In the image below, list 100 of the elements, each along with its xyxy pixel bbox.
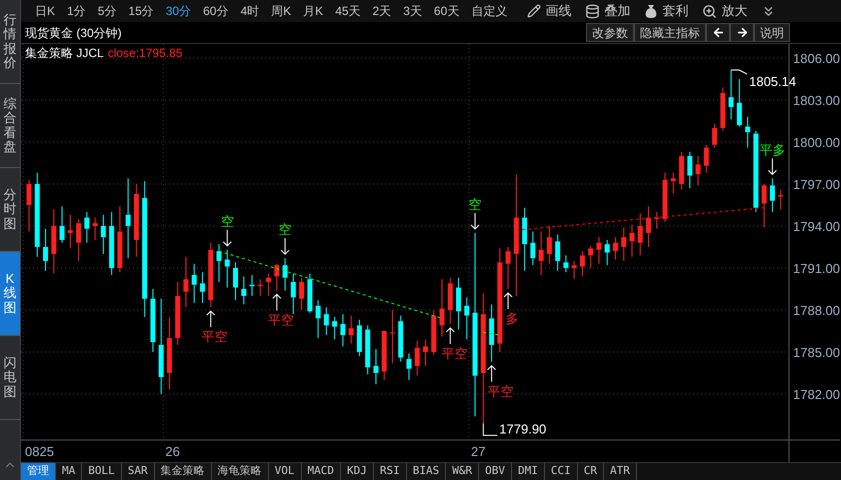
candlestick bbox=[778, 189, 784, 210]
candlestick bbox=[546, 225, 552, 264]
candlestick bbox=[704, 144, 709, 174]
indicator-tab[interactable]: MACD bbox=[302, 463, 341, 480]
leader-line bbox=[482, 422, 498, 436]
header-button[interactable]: 说明 bbox=[754, 23, 790, 42]
candlestick bbox=[26, 179, 32, 232]
indicator-tab[interactable]: BOLL bbox=[82, 463, 122, 480]
candlestick bbox=[365, 324, 370, 375]
indicator-tab[interactable]: BIAS bbox=[406, 463, 446, 480]
up-arrow-icon bbox=[487, 365, 496, 382]
forward-button[interactable] bbox=[730, 23, 754, 42]
period-tab[interactable]: 60天 bbox=[428, 0, 466, 22]
candlestick bbox=[538, 231, 544, 276]
chart-title: 现货黄金 (30分钟) bbox=[24, 24, 122, 42]
candlestick bbox=[638, 212, 643, 256]
period-tab[interactable]: 30分 bbox=[160, 0, 198, 22]
candlestick bbox=[563, 254, 568, 273]
indicator-tab[interactable]: ATR bbox=[604, 463, 637, 480]
candlestick bbox=[266, 273, 272, 296]
indicator-tab[interactable]: W&R bbox=[446, 463, 480, 480]
indicator-tab[interactable]: 管理 bbox=[21, 463, 56, 480]
header-button[interactable]: 改参数 bbox=[586, 23, 634, 42]
header-button[interactable]: 隐藏主指标 bbox=[634, 23, 706, 42]
period-tab[interactable]: 自定义 bbox=[465, 0, 514, 22]
candlestick bbox=[414, 340, 420, 376]
up-arrow-icon bbox=[206, 310, 216, 328]
period-tab[interactable]: 45天 bbox=[329, 0, 367, 22]
candlestick bbox=[324, 306, 329, 336]
leader-line bbox=[730, 70, 748, 75]
money-bag-icon bbox=[644, 4, 658, 18]
candlestick bbox=[506, 246, 511, 290]
indicator-tab[interactable]: OBV bbox=[479, 463, 512, 480]
indicator-tab[interactable]: VOL bbox=[268, 463, 302, 480]
candlestick bbox=[580, 250, 585, 277]
candlestick bbox=[150, 288, 156, 352]
candlestick bbox=[736, 78, 742, 128]
candlestick bbox=[588, 245, 594, 268]
candlestick bbox=[398, 315, 404, 362]
candlestick bbox=[307, 273, 312, 314]
pencil-icon bbox=[527, 4, 542, 18]
indicator-tab[interactable]: CCI bbox=[544, 463, 578, 480]
candlestick bbox=[241, 276, 246, 305]
period-tab[interactable]: 3天 bbox=[397, 0, 428, 22]
toolbar-button[interactable]: 放大 bbox=[702, 1, 748, 21]
candlestick bbox=[274, 263, 280, 291]
axis-tick-label: 1806.00 bbox=[793, 51, 840, 66]
down-arrow-icon bbox=[768, 158, 777, 176]
candlestick bbox=[216, 244, 222, 282]
toolbar-button[interactable]: 叠加 bbox=[585, 1, 630, 21]
period-tab[interactable]: 日K bbox=[29, 0, 62, 22]
indicator-tab[interactable]: 海龟策略 bbox=[212, 463, 269, 480]
toolbar-button[interactable]: 套利 bbox=[644, 1, 688, 21]
back-button[interactable] bbox=[706, 23, 730, 42]
candlestick bbox=[68, 214, 73, 249]
period-tab[interactable]: 60分 bbox=[197, 0, 234, 22]
up-arrow-icon bbox=[504, 292, 513, 310]
candlestick bbox=[356, 319, 362, 357]
candlestick bbox=[745, 116, 750, 148]
axis-tick-label: 1794.00 bbox=[793, 218, 840, 234]
axis-tick-label: 1785.00 bbox=[793, 344, 840, 360]
indicator-tab[interactable]: KDJ bbox=[341, 463, 374, 480]
candlestick bbox=[728, 70, 734, 120]
indicator-reading: close:1795.85 bbox=[108, 45, 182, 62]
indicator-tab[interactable]: SAR bbox=[122, 463, 155, 480]
candlestick bbox=[630, 224, 634, 258]
axis-tick-label: 0825 bbox=[25, 444, 54, 459]
indicator-tab[interactable]: MA bbox=[56, 463, 82, 480]
down-arrow-icon bbox=[470, 212, 480, 230]
toolbar-button[interactable]: 画线 bbox=[527, 1, 572, 21]
axis-tick-label: 1797.00 bbox=[793, 176, 840, 192]
price-label: 1779.90 bbox=[499, 421, 546, 436]
period-tab[interactable]: 2天 bbox=[366, 0, 398, 22]
period-tab[interactable]: 周K bbox=[265, 0, 298, 22]
indicator-tab[interactable]: RSI bbox=[374, 463, 407, 480]
candlestick bbox=[250, 274, 255, 296]
sidebar-tab[interactable]: 综合看盘 bbox=[0, 84, 20, 168]
candlestick bbox=[522, 207, 528, 272]
indicator-tab[interactable]: CR bbox=[578, 463, 604, 480]
sidebar-tab[interactable]: 闪电图 bbox=[0, 336, 20, 420]
period-tab[interactable]: 1分 bbox=[61, 0, 92, 22]
period-tab[interactable]: 15分 bbox=[122, 0, 160, 22]
sidebar-tab[interactable]: 行情报价 bbox=[0, 0, 20, 84]
indicator-tab[interactable]: DMI bbox=[512, 463, 545, 480]
candlestick bbox=[109, 211, 114, 276]
candlestick bbox=[192, 263, 197, 304]
candlestick bbox=[670, 172, 676, 194]
candlestick bbox=[679, 151, 684, 190]
price-label: 1805.14 bbox=[749, 74, 796, 90]
signal-label: 多 bbox=[506, 310, 519, 326]
candlestick bbox=[621, 226, 626, 262]
signal-label: 空 bbox=[278, 222, 292, 238]
period-tab[interactable]: 4时 bbox=[234, 0, 266, 22]
indicator-tab[interactable]: 集金策略 bbox=[154, 463, 212, 480]
sidebar-tab[interactable]: K线图 bbox=[0, 252, 20, 336]
period-tab[interactable]: 月K bbox=[297, 0, 330, 22]
candlestick bbox=[406, 352, 412, 380]
period-tab[interactable]: 5分 bbox=[92, 0, 122, 22]
candlestick bbox=[208, 242, 214, 308]
axis-tick-label: 26 bbox=[165, 444, 180, 459]
